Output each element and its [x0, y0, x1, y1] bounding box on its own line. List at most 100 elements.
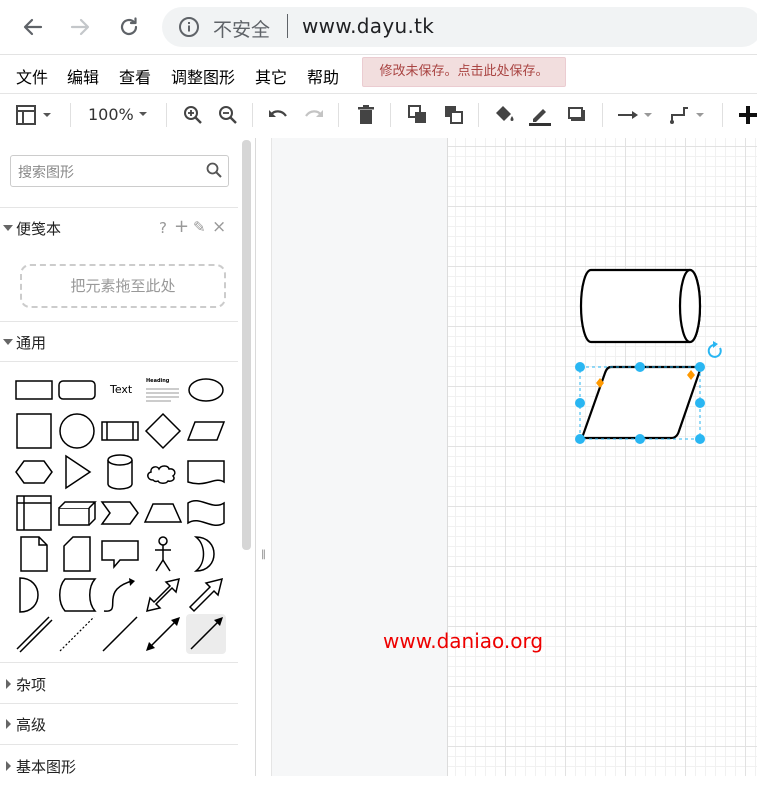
shape-square[interactable] [14, 411, 54, 451]
canvas-background [272, 138, 447, 776]
zoom-in-icon [184, 106, 202, 124]
back-button[interactable] [16, 10, 50, 44]
search-icon[interactable] [206, 162, 222, 178]
expand-icon [3, 339, 13, 345]
splitter[interactable] [256, 138, 272, 776]
menu-view[interactable]: 查看 [119, 64, 151, 88]
insert-button[interactable] [735, 102, 757, 128]
menu-edit[interactable]: 编辑 [67, 64, 99, 88]
shape-tape[interactable] [186, 493, 226, 533]
menu-extras[interactable]: 其它 [255, 64, 287, 88]
shape-delay[interactable] [14, 575, 54, 615]
sidebar-scrollbar[interactable] [242, 140, 251, 550]
toolbar-separator [390, 103, 391, 127]
connection-style-button[interactable] [616, 102, 658, 128]
shape-text[interactable]: Text [100, 370, 140, 410]
toolbar-separator [338, 103, 339, 127]
diagram-shape-cylinder[interactable] [579, 268, 702, 344]
shape-bidirectional-connector[interactable] [143, 614, 183, 654]
shape-curve[interactable] [100, 575, 140, 615]
section-title[interactable]: 高级 [16, 714, 46, 735]
line-color-button[interactable] [527, 102, 553, 128]
search-placeholder: 搜索图形 [18, 165, 74, 181]
toolbar-separator [252, 103, 253, 127]
waypoints-button[interactable] [668, 102, 710, 128]
shape-ellipse[interactable] [186, 370, 226, 410]
diagram-layer[interactable] [447, 138, 757, 598]
shape-step[interactable] [100, 493, 140, 533]
add-icon[interactable]: + [174, 216, 189, 237]
toolbar-separator [70, 103, 71, 127]
section-title[interactable]: 杂项 [16, 674, 46, 695]
shape-cylinder[interactable] [100, 452, 140, 492]
collapse-icon [6, 679, 11, 689]
scratchpad-drop-zone[interactable]: 把元素拖至此处 [20, 264, 226, 308]
arrow-line-icon [618, 111, 652, 119]
security-status[interactable]: 不安全 [213, 15, 270, 42]
shape-cube[interactable] [57, 493, 97, 533]
shape-process[interactable] [100, 411, 140, 451]
collapse-icon [6, 761, 11, 771]
url-text[interactable]: www.dayu.tk [302, 14, 434, 38]
reload-button[interactable] [112, 10, 146, 44]
rotate-handle-icon[interactable] [707, 341, 722, 358]
shape-triangle[interactable] [57, 452, 97, 492]
shape-link[interactable] [14, 614, 54, 654]
shape-cloud[interactable] [143, 452, 183, 492]
undo-button[interactable] [265, 102, 291, 128]
shape-dashed-line[interactable] [57, 614, 97, 654]
unsaved-changes-notice[interactable]: 修改未保存。点击此处保存。 [362, 57, 566, 87]
to-front-button[interactable] [405, 102, 431, 128]
diagram-shape-parallelogram[interactable] [580, 365, 701, 440]
shape-parallelogram[interactable] [186, 411, 226, 451]
shape-trapezoid[interactable] [143, 493, 183, 533]
help-icon[interactable]: ? [159, 219, 167, 237]
shape-note[interactable] [14, 534, 54, 574]
shape-line[interactable] [100, 614, 140, 654]
chevron-down-icon[interactable] [137, 110, 149, 118]
url-separator [287, 14, 288, 38]
shape-circle[interactable] [57, 411, 97, 451]
edit-icon[interactable]: ✎ [193, 218, 206, 236]
shape-actor[interactable] [143, 534, 183, 574]
shape-callout[interactable] [100, 534, 140, 574]
section-title[interactable]: 通用 [16, 332, 46, 353]
format-panel-button[interactable] [14, 102, 56, 128]
section-title[interactable]: 便笺本 [16, 218, 61, 239]
shape-directional-connector[interactable] [186, 614, 226, 654]
arrow-right-icon [70, 18, 90, 36]
shape-bidirectional-arrow[interactable] [143, 575, 183, 615]
menu-help[interactable]: 帮助 [307, 64, 339, 88]
menu-arrange[interactable]: 调整图形 [171, 64, 235, 88]
menu-file[interactable]: 文件 [16, 64, 48, 88]
info-icon[interactable] [178, 16, 200, 38]
shape-rounded-rectangle[interactable] [57, 370, 97, 410]
forward-button[interactable] [63, 10, 97, 44]
shape-diamond[interactable] [143, 411, 183, 451]
section-title[interactable]: 基本图形 [16, 756, 76, 777]
zoom-level[interactable]: 100% [88, 105, 134, 124]
shape-data-storage[interactable] [57, 575, 97, 615]
delete-button[interactable] [353, 102, 379, 128]
toolbar-separator [602, 103, 603, 127]
pencil-icon [529, 109, 551, 126]
splitter-grip-icon[interactable]: ‖ [261, 549, 266, 560]
zoom-out-button[interactable] [215, 102, 241, 128]
shape-or[interactable] [186, 534, 226, 574]
redo-button[interactable] [301, 102, 327, 128]
to-back-button[interactable] [441, 102, 467, 128]
expand-icon [3, 225, 13, 231]
shape-card[interactable] [57, 534, 97, 574]
zoom-in-button[interactable] [180, 102, 206, 128]
close-icon[interactable]: × [212, 217, 226, 237]
shape-internal-storage[interactable] [14, 493, 54, 533]
shape-textbox[interactable]: Heading [143, 370, 183, 410]
redo-icon [305, 110, 323, 117]
shape-rectangle[interactable] [14, 370, 54, 410]
shape-hexagon[interactable] [14, 452, 54, 492]
shadow-button[interactable] [564, 102, 590, 128]
shape-document[interactable] [186, 452, 226, 492]
shape-arrow[interactable] [186, 575, 226, 615]
fill-color-button[interactable] [492, 102, 518, 128]
zoom-out-icon [219, 106, 237, 124]
